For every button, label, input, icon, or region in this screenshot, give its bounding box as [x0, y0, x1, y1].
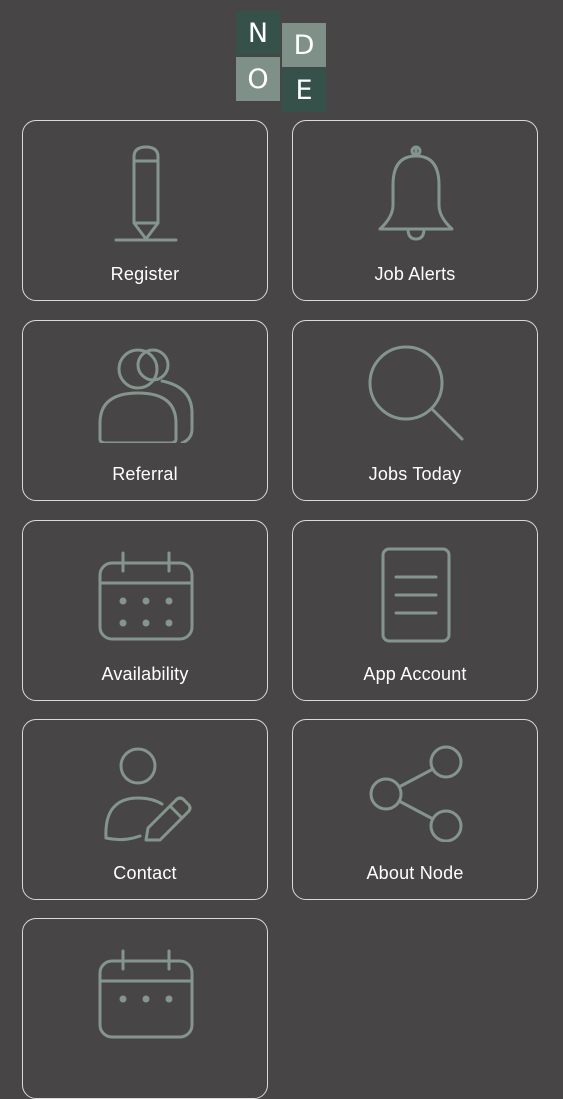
logo-letter-d: D: [282, 23, 326, 67]
calendar-icon: [96, 543, 196, 643]
logo-letter-e: E: [282, 68, 326, 112]
logo-letter-o: O: [236, 57, 280, 101]
menu-tile-contact[interactable]: Contact: [22, 719, 268, 900]
document-icon: [366, 543, 466, 643]
users-icon: [96, 343, 196, 443]
menu-tile-app-account[interactable]: App Account: [292, 520, 538, 701]
user-edit-icon: [96, 742, 196, 842]
menu-tile-availability[interactable]: Availability: [22, 520, 268, 701]
menu-tile-jobs-today[interactable]: Jobs Today: [292, 320, 538, 501]
pencil-icon: [96, 143, 196, 243]
menu-tile-register[interactable]: Register: [22, 120, 268, 301]
menu-tile-referral[interactable]: Referral: [22, 320, 268, 501]
share-icon: [366, 742, 466, 842]
menu-tile-label: Referral: [112, 464, 178, 484]
search-icon: [366, 343, 466, 443]
menu-tile-label: App Account: [363, 664, 467, 684]
menu-tile-label: Jobs Today: [368, 464, 462, 484]
bell-icon: [366, 143, 466, 243]
menu-tile-about-node[interactable]: About Node: [292, 719, 538, 900]
menu-tile-label: Job Alerts: [374, 264, 456, 284]
menu-tile-calendar[interactable]: [22, 918, 268, 1099]
menu-tile-label: Contact: [113, 863, 177, 883]
menu-tile-label: About Node: [366, 863, 464, 883]
node-logo: N D O E: [236, 11, 326, 112]
logo-letter-n: N: [236, 11, 280, 55]
menu-tile-label: Register: [110, 264, 180, 284]
calendar-icon: [96, 941, 196, 1041]
menu-tile-job-alerts[interactable]: Job Alerts: [292, 120, 538, 301]
menu-tile-label: Availability: [101, 664, 189, 684]
